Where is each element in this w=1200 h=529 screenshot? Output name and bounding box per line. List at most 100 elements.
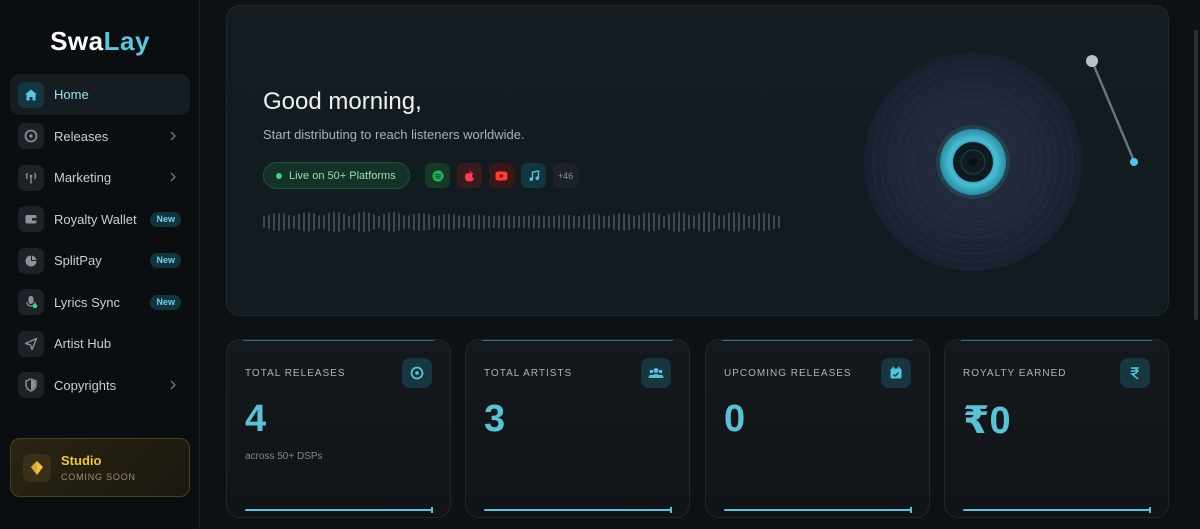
waveform-bar [268, 214, 270, 230]
new-badge: New [150, 294, 181, 310]
rupee-icon [1120, 358, 1150, 388]
microphone-icon [18, 289, 44, 315]
stat-card-royalty-earned[interactable]: ROYALTY EARNED ₹0 [944, 339, 1169, 518]
audio-waveform [263, 211, 780, 233]
waveform-bar [603, 215, 605, 229]
sidebar-item-releases[interactable]: Releases [10, 116, 190, 157]
waveform-bar [618, 213, 620, 231]
waveform-bar [358, 212, 360, 232]
brand-logo[interactable]: SwaLay [0, 26, 200, 57]
sidebar-item-label: Royalty Wallet [54, 211, 137, 227]
sidebar-item-copyrights[interactable]: Copyrights [10, 365, 190, 406]
waveform-bar [668, 213, 670, 231]
waveform-bar [483, 215, 485, 229]
stat-value: 0 [724, 398, 746, 440]
waveform-bar [403, 215, 405, 229]
sidebar-item-marketing[interactable]: Marketing [10, 157, 190, 198]
waveform-bar [743, 213, 745, 231]
spotify-icon[interactable] [425, 163, 450, 188]
wallet-icon [18, 206, 44, 232]
sidebar-item-lyrics-sync[interactable]: Lyrics Sync New [10, 282, 190, 323]
waveform-bar [463, 216, 465, 228]
waveform-bar [303, 212, 305, 232]
waveform-bar [443, 214, 445, 230]
waveform-bar [453, 214, 455, 230]
studio-card[interactable]: Studio COMING SOON [10, 438, 190, 497]
waveform-bar [773, 214, 775, 230]
waveform-bar [573, 215, 575, 229]
waveform-bar [578, 215, 580, 229]
waveform-bar [263, 216, 265, 228]
stat-value: 4 [245, 398, 267, 440]
stat-card-upcoming-releases[interactable]: UPCOMING RELEASES 0 [705, 339, 930, 518]
card-progress-line [963, 507, 1151, 513]
waveform-bar [678, 211, 680, 233]
vinyl-disc-illustration [864, 53, 1138, 271]
waveform-bar [778, 215, 780, 229]
apple-music-icon[interactable] [457, 163, 482, 188]
waveform-bar [748, 215, 750, 229]
waveform-bar [343, 213, 345, 231]
sidebar-item-label: Lyrics Sync [54, 294, 120, 310]
waveform-bar [683, 212, 685, 232]
sidebar-nav: Home Releases Marketing Royalty Wallet N… [10, 74, 190, 406]
sidebar-item-label: SplitPay [54, 253, 102, 268]
more-platforms-count[interactable]: +46 [553, 163, 578, 188]
users-icon [641, 358, 671, 388]
calendar-icon [881, 358, 911, 388]
waveform-bar [428, 214, 430, 230]
waveform-bar [693, 215, 695, 229]
waveform-bar [423, 213, 425, 231]
waveform-bar [583, 215, 585, 229]
waveform-bar [528, 215, 530, 229]
card-accent-line [243, 340, 434, 341]
waveform-bar [388, 212, 390, 232]
waveform-bar [658, 214, 660, 230]
waveform-bar [283, 213, 285, 231]
page-scrollbar[interactable] [1194, 30, 1198, 320]
waveform-bar [643, 213, 645, 231]
stat-value: 3 [484, 398, 506, 440]
waveform-bar [733, 212, 735, 232]
waveform-bar [608, 215, 610, 229]
sidebar-item-artist-hub[interactable]: Artist Hub [10, 323, 190, 364]
waveform-bar [703, 211, 705, 233]
stat-card-total-releases[interactable]: TOTAL RELEASES 4 across 50+ DSPs [226, 339, 451, 518]
waveform-bar [338, 211, 340, 233]
sidebar-item-label: Marketing [54, 170, 112, 185]
broadcast-icon [18, 164, 44, 191]
pie-chart-icon [18, 247, 44, 274]
disc-icon [18, 123, 44, 149]
waveform-bar [598, 214, 600, 230]
stat-card-total-artists[interactable]: TOTAL ARTISTS 3 [465, 339, 690, 518]
platform-icons: +46 [425, 163, 578, 188]
waveform-bar [523, 215, 525, 229]
waveform-bar [713, 213, 715, 231]
sidebar-item-home[interactable]: Home [10, 74, 190, 115]
waveform-bar [513, 215, 515, 229]
waveform-bar [413, 213, 415, 231]
home-icon [18, 81, 44, 108]
waveform-bar [493, 215, 495, 229]
sidebar-item-splitpay[interactable]: SplitPay New [10, 240, 190, 281]
waveform-bar [503, 215, 505, 229]
sidebar-item-royalty-wallet[interactable]: Royalty Wallet New [10, 199, 190, 240]
youtube-icon[interactable] [489, 163, 514, 188]
waveform-bar [673, 212, 675, 232]
sidebar-item-label: Artist Hub [54, 336, 112, 351]
waveform-bar [313, 213, 315, 231]
greeting-title: Good morning, [263, 88, 422, 115]
brand-logo-part2: Lay [103, 26, 150, 56]
waveform-bar [518, 215, 520, 229]
stat-value: ₹0 [963, 400, 1011, 442]
music-note-icon[interactable] [521, 163, 546, 188]
stat-label: UPCOMING RELEASES [724, 368, 852, 379]
waveform-bar [623, 213, 625, 231]
waveform-bar [293, 215, 295, 229]
hero-banner: Good morning, Start distributing to reac… [226, 5, 1169, 316]
stat-label: ROYALTY EARNED [963, 368, 1067, 379]
card-accent-line [722, 340, 913, 341]
waveform-bar [498, 215, 500, 229]
waveform-bar [508, 215, 510, 229]
waveform-bar [308, 212, 310, 232]
